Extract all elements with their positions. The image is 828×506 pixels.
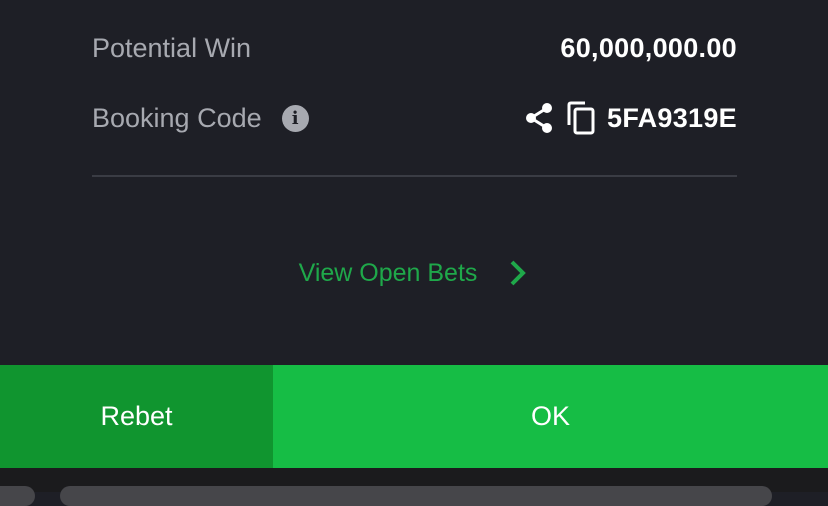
booking-code-label-group: Booking Code i [92,103,309,134]
ok-label: OK [530,401,570,431]
info-icon[interactable]: i [281,104,309,132]
ok-button[interactable]: OK [273,365,828,468]
potential-win-row: Potential Win 60,000,000.00 [92,26,737,70]
booking-code-row: Booking Code i 5FA9319E [92,96,737,140]
bottom-pill-left [0,486,35,506]
booking-code-actions: 5FA9319E [523,101,737,135]
booking-code-value[interactable]: 5FA9319E [607,103,737,134]
action-bar: Rebet OK [0,365,828,468]
potential-win-label: Potential Win [92,32,252,63]
booking-code-label: Booking Code [92,102,262,133]
view-open-bets-link[interactable]: View Open Bets [0,258,828,288]
copy-icon[interactable] [565,101,607,135]
divider [92,175,737,177]
rebet-label: Rebet [100,401,173,431]
chevron-right-icon [510,260,527,286]
view-open-bets-label: View Open Bets [298,258,478,287]
rebet-button[interactable]: Rebet [0,365,273,468]
bottom-pill-main [60,486,772,506]
potential-win-value: 60,000,000.00 [560,32,737,63]
share-icon[interactable] [523,102,565,134]
